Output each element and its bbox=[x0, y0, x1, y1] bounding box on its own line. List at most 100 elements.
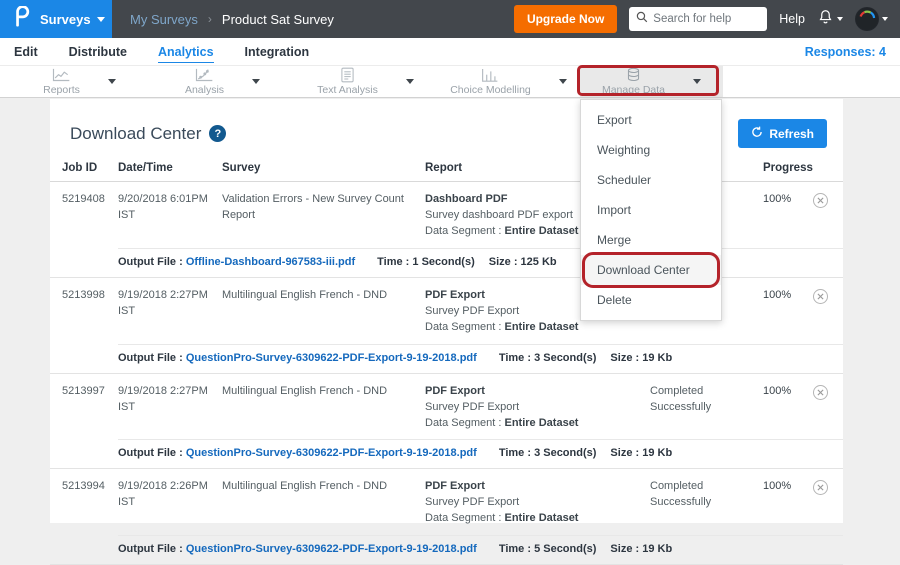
output-file-label: Output File : bbox=[118, 256, 186, 268]
search-input[interactable] bbox=[653, 13, 760, 25]
avatar bbox=[855, 7, 879, 31]
toolbar-item-choice-modelling[interactable]: Choice Modelling bbox=[437, 66, 580, 97]
chevron-down-icon bbox=[882, 17, 888, 21]
row-main: 5213998 9/19/2018 2:27PM IST Multilingua… bbox=[50, 278, 843, 344]
job-progress: 100% bbox=[763, 288, 813, 336]
chevron-down-icon bbox=[97, 17, 105, 22]
report-desc: Survey PDF Export bbox=[425, 305, 519, 317]
col-header-date-time: Date/Time bbox=[118, 162, 222, 174]
output-file-link[interactable]: QuestionPro-Survey-6309622-PDF-Export-9-… bbox=[186, 543, 477, 555]
job-date: 9/19/2018 2:27PM IST bbox=[118, 288, 222, 336]
refresh-icon bbox=[751, 126, 763, 141]
menu-item-merge[interactable]: Merge bbox=[581, 225, 721, 255]
menu-item-weighting[interactable]: Weighting bbox=[581, 135, 721, 165]
toolbar-item-reports[interactable]: Reports bbox=[8, 66, 151, 97]
job-time: Time : 1 Second(s) bbox=[377, 256, 475, 268]
page-title: Download Center bbox=[70, 124, 201, 144]
report-title: PDF Export bbox=[425, 385, 485, 397]
job-survey: Multilingual English French - DND bbox=[222, 288, 425, 336]
job-date: 9/20/2018 6:01PM IST bbox=[118, 192, 222, 240]
questionpro-logo[interactable] bbox=[12, 6, 31, 32]
job-progress: 100% bbox=[763, 479, 813, 527]
col-header-actions bbox=[813, 162, 843, 174]
breadcrumb: My Surveys › Product Sat Survey bbox=[112, 0, 334, 38]
job-status: Completed Successfully bbox=[650, 384, 763, 432]
job-id: 5219408 bbox=[62, 192, 118, 240]
reports-tool: Reports bbox=[43, 68, 80, 96]
cancel-job-icon[interactable] bbox=[813, 480, 828, 495]
text-document-icon bbox=[340, 67, 355, 83]
upgrade-now-button[interactable]: Upgrade Now bbox=[514, 5, 617, 33]
job-report: PDF Export Survey PDF Export Data Segmen… bbox=[425, 479, 650, 527]
nav-tab-distribute[interactable]: Distribute bbox=[69, 41, 127, 62]
surveys-product-menu[interactable]: Surveys bbox=[40, 12, 105, 27]
job-status: Completed Successfully bbox=[650, 479, 763, 527]
cancel-job-icon[interactable] bbox=[813, 193, 828, 208]
nav-tab-integration[interactable]: Integration bbox=[245, 41, 310, 62]
menu-item-import[interactable]: Import bbox=[581, 195, 721, 225]
data-segment-label: Data Segment : bbox=[425, 225, 505, 237]
choice-modelling-tool: Choice Modelling bbox=[450, 68, 531, 96]
output-file-label: Output File : bbox=[118, 352, 186, 364]
data-segment-label: Data Segment : bbox=[425, 321, 505, 333]
notifications-button[interactable] bbox=[817, 8, 843, 31]
database-icon bbox=[625, 67, 642, 83]
chevron-down-icon[interactable] bbox=[406, 79, 414, 84]
row-main: 5213994 9/19/2018 2:26PM IST Multilingua… bbox=[50, 469, 843, 535]
menu-item-scheduler[interactable]: Scheduler bbox=[581, 165, 721, 195]
chevron-down-icon[interactable] bbox=[252, 79, 260, 84]
toolbar-item-analysis[interactable]: Analysis bbox=[151, 66, 294, 97]
menu-item-delete[interactable]: Delete bbox=[581, 285, 721, 315]
refresh-button[interactable]: Refresh bbox=[738, 119, 827, 148]
menu-item-export[interactable]: Export bbox=[581, 105, 721, 135]
job-date: 9/19/2018 2:26PM IST bbox=[118, 479, 222, 527]
job-id: 5213997 bbox=[62, 384, 118, 432]
row-output-line: Output File : QuestionPro-Survey-6309622… bbox=[50, 440, 843, 468]
output-file-link[interactable]: QuestionPro-Survey-6309622-PDF-Export-9-… bbox=[186, 447, 477, 459]
search-icon bbox=[636, 10, 648, 28]
job-id: 5213994 bbox=[62, 479, 118, 527]
row-output-line: Output File : QuestionPro-Survey-6309622… bbox=[50, 536, 843, 564]
download-center-panel: Download Center ? Refresh Job ID Date/Ti… bbox=[50, 99, 843, 523]
help-search-box[interactable] bbox=[629, 7, 767, 31]
refresh-button-label: Refresh bbox=[769, 127, 814, 141]
chevron-down-icon[interactable] bbox=[108, 79, 116, 84]
toolbar-item-label: Reports bbox=[43, 85, 80, 96]
col-header-survey: Survey bbox=[222, 162, 425, 174]
nav-tab-edit[interactable]: Edit bbox=[14, 41, 38, 62]
analysis-tool: Analysis bbox=[185, 68, 224, 96]
chevron-down-icon[interactable] bbox=[693, 79, 701, 84]
row-output-line: Output File : QuestionPro-Survey-6309622… bbox=[50, 345, 843, 373]
nav-tab-analytics[interactable]: Analytics bbox=[158, 41, 214, 63]
help-question-icon[interactable]: ? bbox=[209, 125, 226, 142]
data-segment-value: Entire Dataset bbox=[505, 225, 579, 237]
menu-item-download-center[interactable]: Download Center bbox=[581, 255, 721, 285]
output-file-link[interactable]: QuestionPro-Survey-6309622-PDF-Export-9-… bbox=[186, 352, 477, 364]
text-analysis-tool: Text Analysis bbox=[317, 67, 378, 96]
job-time: Time : 3 Second(s) bbox=[499, 352, 597, 364]
manage-data-tool: Manage Data bbox=[602, 67, 665, 96]
top-bar: Surveys My Surveys › Product Sat Survey … bbox=[0, 0, 900, 38]
cancel-job-icon[interactable] bbox=[813, 385, 828, 400]
job-size: Size : 19 Kb bbox=[610, 447, 672, 459]
toolbar-item-text-analysis[interactable]: Text Analysis bbox=[294, 66, 437, 97]
report-title: Dashboard PDF bbox=[425, 193, 508, 205]
logo-area: Surveys bbox=[0, 0, 112, 38]
output-file-link[interactable]: Offline-Dashboard-967583-iii.pdf bbox=[186, 256, 355, 268]
report-desc: Survey PDF Export bbox=[425, 401, 519, 413]
account-menu-button[interactable] bbox=[855, 7, 888, 31]
table-row: 5213998 9/19/2018 2:27PM IST Multilingua… bbox=[50, 278, 843, 374]
row-main: 5213997 9/19/2018 2:27PM IST Multilingua… bbox=[50, 374, 843, 440]
report-title: PDF Export bbox=[425, 480, 485, 492]
toolbar-item-label: Analysis bbox=[185, 85, 224, 96]
survey-nav: Edit Distribute Analytics Integration Re… bbox=[0, 38, 900, 65]
job-size: Size : 19 Kb bbox=[610, 543, 672, 555]
toolbar-item-manage-data[interactable]: Manage Data bbox=[580, 66, 723, 97]
cancel-job-icon[interactable] bbox=[813, 289, 828, 304]
breadcrumb-my-surveys[interactable]: My Surveys bbox=[130, 12, 198, 27]
chevron-down-icon[interactable] bbox=[559, 79, 567, 84]
data-segment-label: Data Segment : bbox=[425, 417, 505, 429]
job-survey: Validation Errors - New Survey Count Rep… bbox=[222, 192, 425, 240]
table-header-row: Job ID Date/Time Survey Report Progress bbox=[50, 162, 843, 182]
help-link[interactable]: Help bbox=[779, 12, 805, 26]
